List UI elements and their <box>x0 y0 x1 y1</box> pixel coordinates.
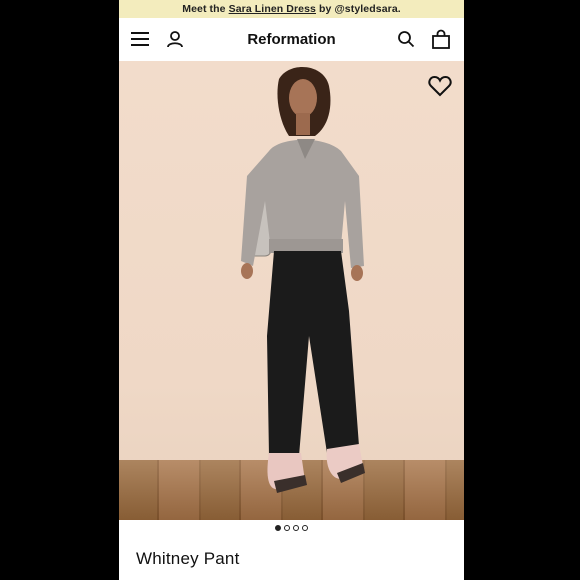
product-title: Whitney Pant <box>136 549 240 568</box>
carousel-dot-1[interactable] <box>275 525 281 531</box>
hamburger-menu-icon[interactable] <box>129 28 151 50</box>
model-figure <box>241 66 365 493</box>
shopping-bag-icon[interactable] <box>430 28 452 50</box>
product-image[interactable] <box>119 61 464 520</box>
user-icon[interactable] <box>164 28 186 50</box>
promo-link[interactable]: Sara Linen Dress <box>229 3 316 15</box>
promo-prefix: Meet the <box>182 3 226 15</box>
product-page: Meet the Sara Linen Dress by @styledsara… <box>119 0 464 580</box>
heart-icon[interactable] <box>428 75 452 97</box>
search-icon[interactable] <box>395 28 417 50</box>
promo-banner: Meet the Sara Linen Dress by @styledsara… <box>119 0 464 18</box>
carousel-dot-4[interactable] <box>302 525 308 531</box>
carousel-dot-3[interactable] <box>293 525 299 531</box>
carousel-dot-2[interactable] <box>284 525 290 531</box>
carousel-indicator <box>119 525 464 531</box>
promo-suffix: by @styledsara. <box>319 3 401 15</box>
site-header: Reformation <box>119 18 464 61</box>
